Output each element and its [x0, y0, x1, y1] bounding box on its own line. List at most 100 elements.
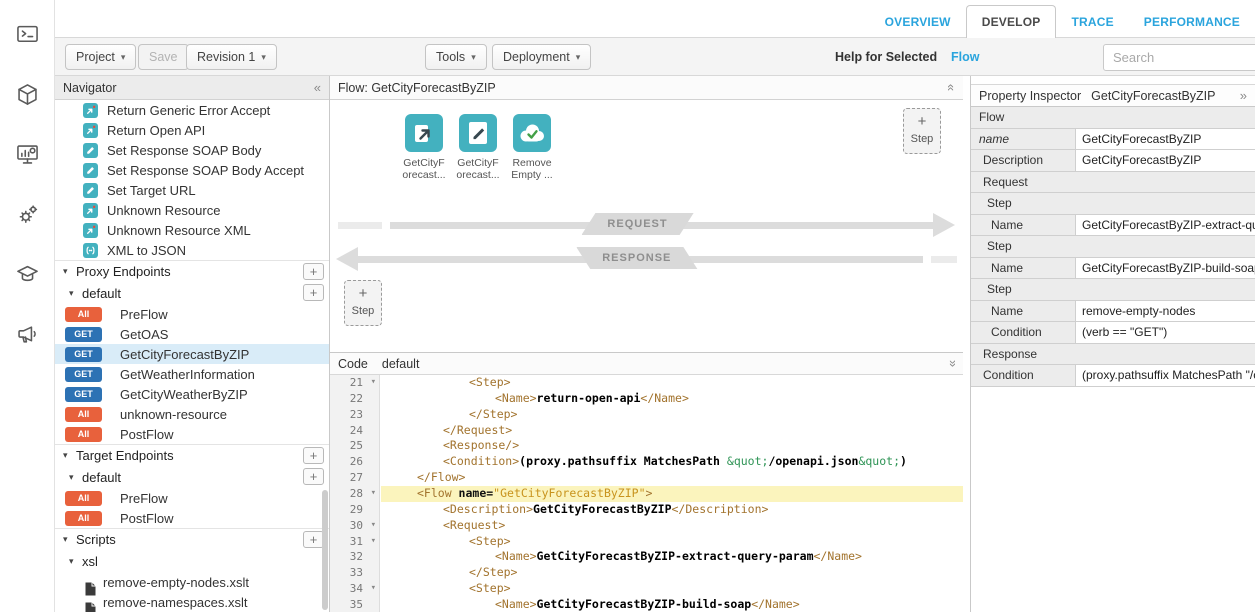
flow-step[interactable]: RemoveEmpty ... — [510, 114, 554, 181]
line-number: 33 — [330, 565, 380, 581]
code-line[interactable]: 21▾<Step> — [330, 375, 963, 391]
code-line[interactable]: 22<Name>return-open-api</Name> — [330, 391, 963, 407]
file-item[interactable]: remove-namespaces.xslt — [55, 592, 329, 612]
tab-overview[interactable]: OVERVIEW — [870, 6, 966, 37]
policy-item[interactable]: Unknown Resource — [55, 200, 329, 220]
verb-badge: All — [65, 427, 102, 442]
section-scripts[interactable]: ▾Scripts+ — [55, 528, 329, 550]
project-menu-button[interactable]: Project▾ — [65, 44, 136, 70]
disclosure-triangle-icon[interactable]: ▾ — [63, 450, 68, 461]
flow-item-postflow[interactable]: AllPostFlow — [55, 508, 329, 528]
add-button[interactable]: + — [303, 284, 324, 301]
code-line[interactable]: 29<Description>GetCityForecastByZIP</Des… — [330, 502, 963, 518]
add-button[interactable]: + — [303, 468, 324, 485]
help-flow-link[interactable]: Flow — [951, 50, 979, 64]
disclosure-triangle-icon[interactable]: ▾ — [63, 266, 68, 277]
add-step-button[interactable]: + Step — [344, 280, 382, 326]
property-value[interactable]: (verb == "GET") — [1076, 322, 1255, 343]
revision-menu-button[interactable]: Revision 1▾ — [186, 44, 277, 70]
flow-item-unknown-resource[interactable]: Allunknown-resource — [55, 404, 329, 424]
property-value[interactable]: GetCityForecastByZIP-extract-query-param — [1076, 215, 1255, 236]
policy-item[interactable]: Return Generic Error Accept — [55, 100, 329, 120]
code-line[interactable]: 24</Request> — [330, 423, 963, 439]
inspector-collapse-icon[interactable]: » — [1240, 88, 1247, 103]
save-button[interactable]: Save — [138, 44, 189, 70]
flow-item-getweatherinformation[interactable]: GETGetWeatherInformation — [55, 364, 329, 384]
code-line[interactable]: 31▾<Step> — [330, 534, 963, 550]
tab-develop[interactable]: DEVELOP — [966, 5, 1057, 38]
flow-item-getcityweatherbyzip[interactable]: GETGetCityWeatherByZIP — [55, 384, 329, 404]
flow-step[interactable]: GetCityForecast... — [456, 114, 500, 181]
disclosure-triangle-icon[interactable]: ▾ — [69, 556, 74, 567]
policy-item[interactable]: XML to JSON — [55, 240, 329, 260]
line-number: 22 — [330, 391, 380, 407]
disclosure-triangle-icon[interactable]: ▾ — [63, 534, 68, 545]
tab-performance[interactable]: PERFORMANCE — [1129, 6, 1255, 37]
property-value[interactable]: (proxy.pathsuffix MatchesPath "/c — [1076, 365, 1255, 386]
fold-arrow-icon[interactable]: ▾ — [371, 534, 376, 550]
add-step-button[interactable]: + Step — [903, 108, 941, 154]
add-button[interactable]: + — [303, 263, 324, 280]
policy-item[interactable]: Set Response SOAP Body Accept — [55, 160, 329, 180]
add-button[interactable]: + — [303, 531, 324, 548]
terminal-rail-button[interactable] — [0, 14, 55, 60]
fold-arrow-icon[interactable]: ▾ — [371, 581, 376, 597]
policy-item[interactable]: Return Open API — [55, 120, 329, 140]
disclosure-triangle-icon[interactable]: ▾ — [69, 472, 74, 483]
property-value[interactable]: GetCityForecastByZIP — [1076, 129, 1255, 150]
search-input[interactable] — [1103, 44, 1255, 71]
tab-trace[interactable]: TRACE — [1056, 6, 1128, 37]
code-pane: Code default « 21▾<Step>22<Name>return-o… — [330, 352, 963, 612]
code-line[interactable]: 34▾<Step> — [330, 581, 963, 597]
code-line[interactable]: 33</Step> — [330, 565, 963, 581]
flow-item-preflow[interactable]: AllPreFlow — [55, 304, 329, 324]
group-default[interactable]: ▾default+ — [55, 466, 329, 488]
section-target-endpoints[interactable]: ▾Target Endpoints+ — [55, 444, 329, 466]
property-value[interactable]: GetCityForecastByZIP-build-soap — [1076, 258, 1255, 279]
verb-badge: GET — [65, 347, 102, 362]
flow-item-getoas[interactable]: GETGetOAS — [55, 324, 329, 344]
file-item[interactable]: remove-empty-nodes.xslt — [55, 572, 329, 592]
fold-arrow-icon[interactable]: ▾ — [371, 375, 376, 391]
code-line[interactable]: 27</Flow> — [330, 470, 963, 486]
code-line[interactable]: 26<Condition>(proxy.pathsuffix MatchesPa… — [330, 454, 963, 470]
add-button[interactable]: + — [303, 447, 324, 464]
verb-badge: All — [65, 491, 102, 506]
fold-arrow-icon[interactable]: ▾ — [371, 518, 376, 534]
policy-item[interactable]: Set Target URL — [55, 180, 329, 200]
flow-item-getcityforecastbyzip[interactable]: GETGetCityForecastByZIP — [55, 344, 329, 364]
flow-collapse-icon[interactable]: « — [944, 84, 959, 91]
policy-item[interactable]: Set Response SOAP Body — [55, 140, 329, 160]
group-xsl[interactable]: ▾xsl — [55, 550, 329, 572]
flow-item-postflow[interactable]: AllPostFlow — [55, 424, 329, 444]
code-line[interactable]: 23</Step> — [330, 407, 963, 423]
code-line[interactable]: 25<Response/> — [330, 438, 963, 454]
section-proxy-endpoints[interactable]: ▾Proxy Endpoints+ — [55, 260, 329, 282]
flow-item-preflow[interactable]: AllPreFlow — [55, 488, 329, 508]
code-line[interactable]: 35<Name>GetCityForecastByZIP-build-soap<… — [330, 597, 963, 612]
navigator-scrollbar[interactable] — [322, 490, 328, 610]
deployment-menu-button[interactable]: Deployment▾ — [492, 44, 591, 70]
code-line[interactable]: 32<Name>GetCityForecastByZIP-extract-que… — [330, 549, 963, 565]
disclosure-triangle-icon[interactable]: ▾ — [69, 288, 74, 299]
line-number: 32 — [330, 549, 380, 565]
announcements-rail-button[interactable] — [0, 314, 55, 360]
navigator-collapse-icon[interactable]: « — [314, 80, 321, 95]
property-value[interactable]: GetCityForecastByZIP — [1076, 150, 1255, 171]
fold-arrow-icon[interactable]: ▾ — [371, 486, 376, 502]
package-rail-button[interactable] — [0, 74, 55, 120]
group-default[interactable]: ▾default+ — [55, 282, 329, 304]
property-inspector: Property Inspector GetCityForecastByZIP … — [970, 76, 1255, 612]
tools-menu-button[interactable]: Tools▾ — [425, 44, 487, 70]
flow-step[interactable]: GetCityForecast... — [402, 114, 446, 181]
code-line[interactable]: 30▾<Request> — [330, 518, 963, 534]
analytics-rail-button[interactable] — [0, 134, 55, 180]
code-editor[interactable]: 21▾<Step>22<Name>return-open-api</Name>2… — [330, 375, 963, 612]
code-line[interactable]: 28▾<Flow name="GetCityForecastByZIP"> — [330, 486, 963, 502]
property-inspector-header: Property Inspector GetCityForecastByZIP … — [971, 84, 1255, 107]
property-value[interactable]: remove-empty-nodes — [1076, 301, 1255, 322]
learn-rail-button[interactable] — [0, 254, 55, 300]
admin-gear-rail-button[interactable] — [0, 194, 55, 240]
code-collapse-icon[interactable]: « — [944, 360, 959, 367]
policy-item[interactable]: Unknown Resource XML — [55, 220, 329, 240]
